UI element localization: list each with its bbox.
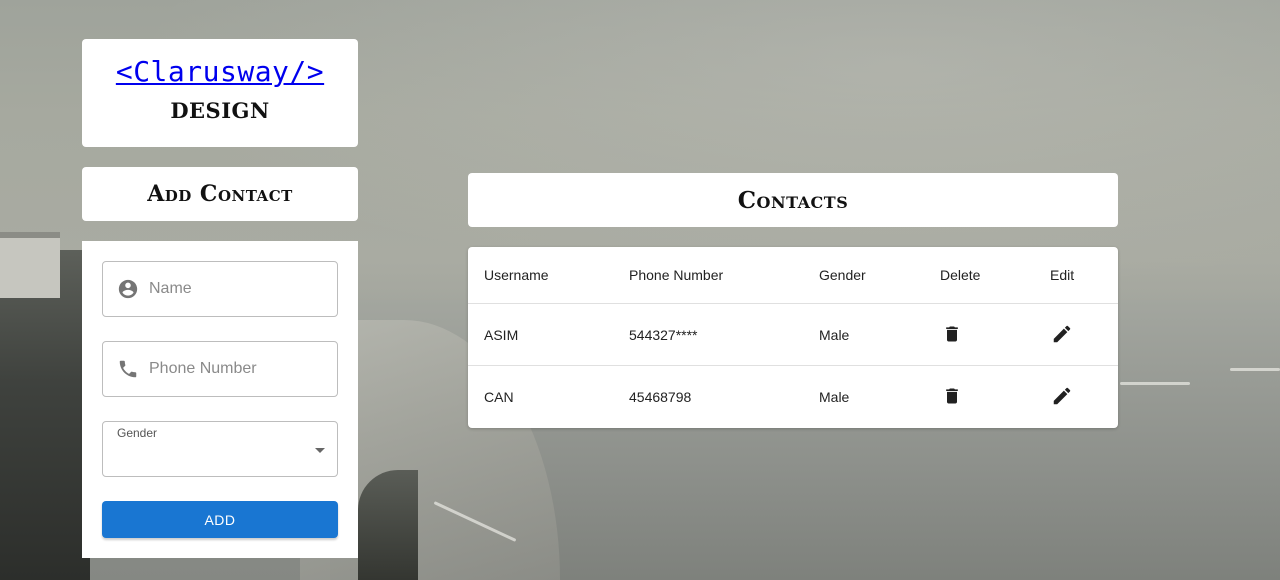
cell-username: ASIM (468, 303, 629, 366)
background-house (0, 232, 60, 298)
phone-placeholder: Phone Number (149, 360, 257, 377)
table-row: CAN 45468798 Male (468, 366, 1118, 428)
pencil-icon[interactable] (1050, 322, 1074, 346)
header-phone-number: Phone Number (629, 247, 819, 304)
logo-subtitle: DESIGN (170, 98, 270, 123)
add-contact-heading: Add Contact (147, 181, 293, 207)
cell-gender: Male (819, 388, 850, 405)
add-contact-title: Add Contact (82, 167, 358, 221)
pencil-icon[interactable] (1050, 384, 1074, 408)
background-cliff-right (358, 470, 418, 580)
header-username: Username (468, 247, 629, 304)
logo-card: <Clarusway/> DESIGN (82, 39, 358, 147)
table-header-row: Username Phone Number Gender Delete Edit (468, 247, 1118, 304)
cell-delete (940, 303, 1050, 366)
trash-icon[interactable] (940, 322, 964, 346)
cell-phone: 544327**** (629, 303, 819, 366)
caret-down-icon (315, 448, 325, 453)
cell-phone: 45468798 (629, 388, 692, 405)
background-wave (1120, 382, 1190, 385)
cell-edit (1050, 303, 1118, 366)
contacts-table-card: Username Phone Number Gender Delete Edit… (468, 247, 1118, 428)
contacts-title: Contacts (468, 173, 1118, 227)
background-cliff (0, 250, 90, 580)
account-circle-icon (117, 278, 139, 300)
name-field[interactable]: Name (102, 261, 338, 317)
clarusway-logo-link[interactable]: <Clarusway/> (116, 55, 324, 88)
name-placeholder: Name (149, 280, 192, 297)
add-contact-form: Name Phone Number Gender ADD (82, 241, 358, 558)
cell-username: CAN (484, 388, 514, 405)
gender-select[interactable]: Gender (102, 421, 338, 477)
header-gender: Gender (819, 247, 940, 304)
add-button[interactable]: ADD (102, 501, 338, 538)
header-delete: Delete (940, 247, 1050, 304)
contacts-heading: Contacts (737, 186, 849, 214)
background-wave (1230, 368, 1280, 371)
header-edit: Edit (1050, 247, 1118, 304)
phone-number-field[interactable]: Phone Number (102, 341, 338, 397)
contacts-table: Username Phone Number Gender Delete Edit… (468, 247, 1118, 427)
cell-edit (1050, 366, 1118, 428)
table-row: ASIM 544327**** Male (468, 303, 1118, 366)
cell-gender: Male (819, 303, 940, 366)
cell-delete (940, 366, 1050, 428)
trash-icon[interactable] (940, 384, 964, 408)
gender-label: Gender (113, 427, 162, 439)
phone-icon (117, 358, 139, 380)
